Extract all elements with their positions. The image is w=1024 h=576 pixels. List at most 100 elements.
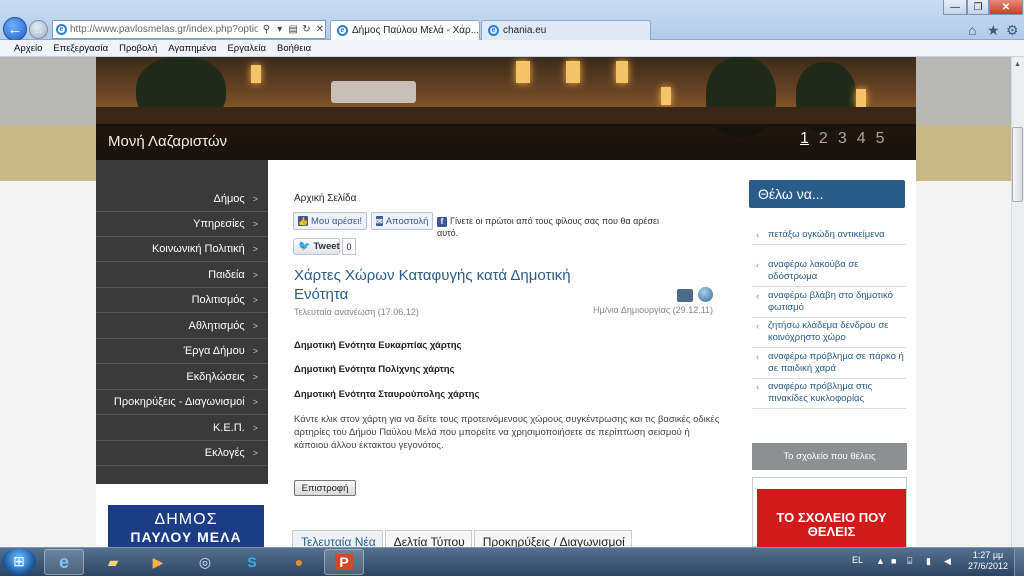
want-item-park[interactable]: ‹ αναφέρω πρόβλημα σε πάρκο ή σε παιδική … [752,349,906,379]
menu-help[interactable]: Βοήθεια [277,43,311,54]
taskbar-ie[interactable]: e [44,549,84,575]
sidebar-item-sports[interactable]: Αθλητισμός > [96,314,268,339]
menu-file[interactable]: Αρχείο [14,43,42,54]
print-icon[interactable] [677,289,693,302]
map-link-efkarpia[interactable]: Δημοτική Ενότητα Ευκαρπίας χάρτης [294,340,461,351]
site-icon: e [337,25,348,36]
want-item-lighting[interactable]: ‹ αναφέρω βλάβη στο δημοτικό φωτισμό [752,288,906,318]
home-icon[interactable]: ⌂ [968,22,976,38]
breadcrumb[interactable]: Αρχική Σελίδα [294,193,356,204]
municipality-logo[interactable]: ΔΗΜΟΣ ΠΑΥΛΟΥ ΜΕΛΑ [108,505,264,547]
sidebar-item-dimos[interactable]: Δήμος > [96,187,268,212]
want-item-signs[interactable]: ‹ αναφέρω πρόβλημα στις πινακίδες κυκλοφο… [752,379,906,409]
taskbar-powerpoint[interactable]: P [324,549,364,575]
created-date: Ημ/νια Δημιουργίας (29.12.11) [593,305,714,315]
sidebar-item-ypiresies[interactable]: Υπηρεσίες > [96,212,268,237]
i-want-to-header: Θέλω να... [749,180,905,208]
taskbar-clock[interactable]: 1:27 μμ 27/6/2012 [966,550,1010,572]
menu-favorites[interactable]: Αγαπημένα [168,43,216,54]
want-item-tree-pruning[interactable]: ‹ ζητήσω κλάδεμα δένδρου σε κοινόχρηστο χ… [752,318,906,348]
taskbar-app-circle[interactable]: ◎ [185,549,225,575]
tools-gear-icon[interactable]: ⚙ [1006,22,1019,39]
map-link-polichni[interactable]: Δημοτική Ενότητα Πολίχνης χάρτης [294,364,455,375]
refresh-icon[interactable]: ↻ [301,24,311,35]
tab-tenders[interactable]: Προκηρύξεις / Διαγωνισμοί [473,530,632,547]
address-bar[interactable]: e http://www.pavlosmelas.gr/index.php?op… [52,20,326,39]
tray-expand-icon[interactable]: ▲ [876,556,885,566]
banner-page-5[interactable]: 5 [876,130,885,148]
circle-app-icon: ◎ [198,553,212,570]
sidebar-item-tenders[interactable]: Προκηρύξεις - Διαγωνισμοί > [96,390,268,415]
tab-chania[interactable]: e chania.eu [481,20,651,40]
sidebar-item-elections[interactable]: Εκλογές > [96,441,268,466]
chevron-left-icon: ‹ [756,260,759,270]
menu-tools[interactable]: Εργαλεία [227,43,266,54]
chevron-right-icon: > [252,295,258,305]
tray-network-icon[interactable]: ⌸ [907,556,912,567]
stop-icon[interactable]: ✕ [315,24,325,35]
article-body: Κάντε κλικ στον χάρτη για να δείτε τους … [294,414,720,451]
tab-latest-news[interactable]: Τελευταία Νέα [292,530,383,547]
tray-volume-icon[interactable]: ◀ [944,556,951,567]
tray-signal-icon[interactable]: ▮ [926,556,931,567]
taskbar-explorer[interactable]: ▰ [93,549,133,575]
return-button[interactable]: Επιστροφή [294,480,356,496]
email-icon[interactable] [698,287,713,302]
favorites-star-icon[interactable]: ★ [987,22,1000,39]
tab-label: Δήμος Παύλου Μελά - Χάρ... [352,25,480,36]
scrollbar-thumb[interactable] [1012,127,1023,202]
chevron-right-icon: > [252,270,258,280]
chevron-right-icon: > [252,346,258,356]
tray-app-icon[interactable]: ■ [891,556,896,566]
chevron-right-icon: > [252,321,258,331]
menu-edit[interactable]: Επεξεργασία [53,43,108,54]
dropdown-icon[interactable]: ▾ [275,24,285,35]
close-window-button[interactable]: ✕ [989,0,1023,15]
site-icon: e [56,24,67,35]
start-button[interactable]: ⊞ [2,548,36,575]
last-updated: Τελευταία ανανέωση (17.06.12) [294,307,419,317]
internet-explorer-icon: e [58,551,69,572]
sidebar-item-culture[interactable]: Πολιτισμός > [96,288,268,313]
powerpoint-icon: P [335,554,353,570]
back-button[interactable]: ← [3,17,27,41]
address-text[interactable]: http://www.pavlosmelas.gr/index.php?opti… [70,24,258,35]
show-desktop-button[interactable] [1014,548,1024,576]
menu-view[interactable]: Προβολή [119,43,157,54]
tab-label: chania.eu [503,25,547,36]
facebook-like-button[interactable]: 👍 Μου αρέσει! [293,212,367,230]
firefox-icon: ● [294,554,304,570]
forward-button[interactable]: → [29,20,48,39]
page-background-left [0,57,96,547]
taskbar-media-player[interactable]: ▶ [138,549,178,575]
compatibility-icon[interactable]: ▤ [288,24,298,35]
minimize-button[interactable]: — [943,0,967,15]
tab-pavlosmelas[interactable]: e Δήμος Παύλου Μελά - Χάρ... ✕ [330,20,480,40]
facebook-send-button[interactable]: ✉ Αποστολή [371,212,433,230]
sidebar-item-education[interactable]: Παιδεία > [96,263,268,288]
search-icon[interactable]: ⚲ [261,24,271,35]
skype-icon: S [247,554,257,570]
map-link-stavroupoli[interactable]: Δημοτική Ενότητα Σταυρούπολης χάρτης [294,389,479,400]
language-indicator[interactable]: EL [852,555,863,565]
sidebar-item-social-policy[interactable]: Κοινωνική Πολιτική > [96,237,268,262]
chevron-left-icon: ‹ [756,382,759,392]
sidebar-item-kep[interactable]: Κ.Ε.Π. > [96,416,268,441]
sidebar-item-projects[interactable]: Έργα Δήμου > [96,339,268,364]
banner-page-3[interactable]: 3 [838,130,847,148]
tweet-button[interactable]: 🐦 Tweet [293,238,340,255]
tab-press-releases[interactable]: Δελτία Τύπου [384,530,472,547]
maximize-button[interactable]: ❐ [967,0,989,15]
banner-page-4[interactable]: 4 [857,130,866,148]
windows-logo-icon: ⊞ [13,553,25,569]
want-item-pothole[interactable]: ‹ αναφέρω λακούβα σε οδόστρωμα [752,257,906,287]
want-item-bulky-items[interactable]: ‹ πετάξω ογκώδη αντικείμενα [752,227,906,245]
scroll-up-arrow-icon[interactable]: ▲ [1011,57,1024,71]
banner-page-1[interactable]: 1 [800,130,809,148]
banner-page-2[interactable]: 2 [819,130,828,148]
banner-pager: 1 2 3 4 5 [800,130,885,148]
school-banner-image[interactable]: ΤΟ ΣΧΟΛΕΙΟ ΠΟΥ ΘΕΛΕΙΣ [757,489,906,547]
taskbar-firefox[interactable]: ● [279,549,319,575]
sidebar-item-events[interactable]: Εκδηλώσεις > [96,365,268,390]
taskbar-skype[interactable]: S [232,549,272,575]
